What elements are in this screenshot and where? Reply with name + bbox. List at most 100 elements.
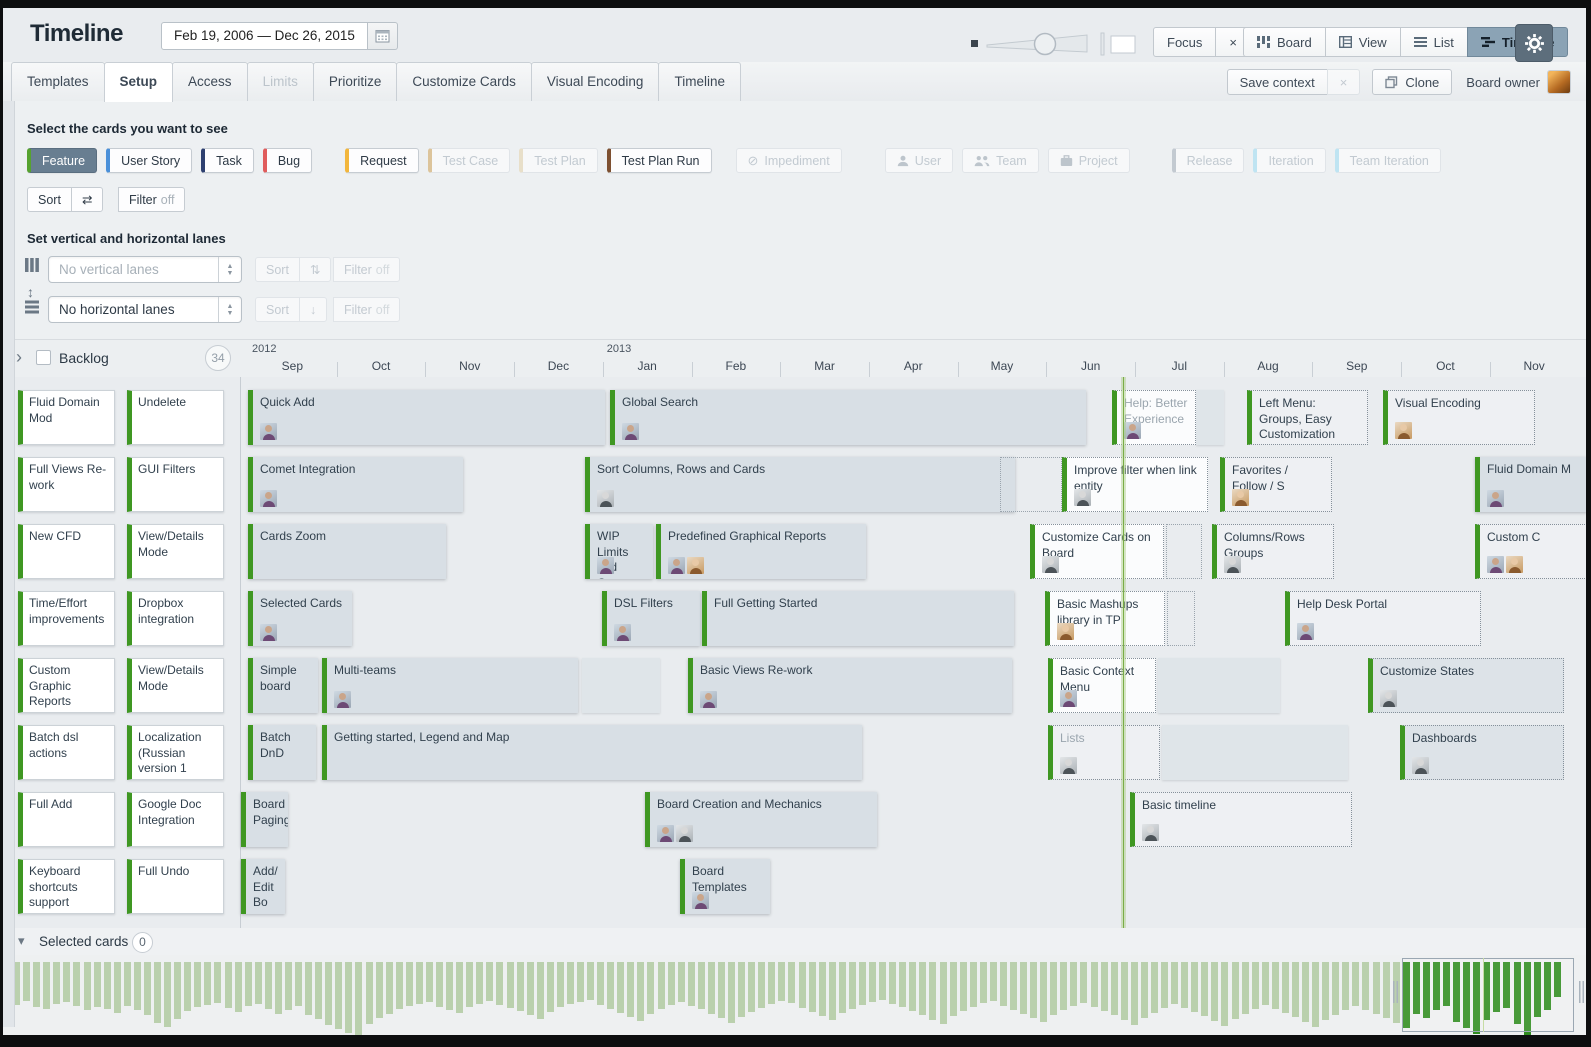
tab-prioritize[interactable]: Prioritize: [313, 62, 398, 101]
timeline-card[interactable]: Board Creation and Mechanics: [645, 792, 877, 847]
zoom-slider[interactable]: [965, 28, 1143, 65]
vertical-sort-button[interactable]: Sort: [255, 257, 300, 282]
sort-direction-icon[interactable]: ⇄: [71, 187, 103, 212]
timeline-card[interactable]: Quick Add: [248, 390, 605, 445]
focus-button[interactable]: Focus: [1153, 27, 1216, 57]
card-type-test-plan[interactable]: Test Plan: [519, 148, 597, 173]
backlog-checkbox[interactable]: [36, 350, 51, 365]
tab-templates[interactable]: Templates: [11, 62, 105, 101]
vertical-lanes-select[interactable]: No vertical lanes ▲▼: [48, 256, 242, 283]
card-type-impediment[interactable]: ⊘Impediment: [736, 148, 842, 173]
vertical-sort-direction-icon[interactable]: ⇅: [299, 257, 331, 282]
sort-button[interactable]: Sort: [27, 187, 72, 212]
backlog-card[interactable]: Localization (Russian version 1: [127, 725, 224, 780]
timeline-card[interactable]: Customize States: [1368, 658, 1564, 713]
timeline-card-segment[interactable]: [1167, 591, 1195, 646]
save-context-clear-button[interactable]: ×: [1327, 69, 1361, 95]
backlog-card[interactable]: View/Details Mode: [127, 524, 224, 579]
backlog-card[interactable]: Custom Graphic Reports: [18, 658, 115, 713]
date-range-field[interactable]: Feb 19, 2006 — Dec 26, 2015: [161, 22, 368, 50]
timeline-card-segment[interactable]: [1158, 658, 1280, 713]
backlog-card[interactable]: Google Doc Integration: [127, 792, 224, 847]
timeline-card[interactable]: Simple board: [248, 658, 318, 713]
backlog-card[interactable]: Undelete: [127, 390, 224, 445]
view-button-board[interactable]: Board: [1243, 27, 1326, 57]
timeline-card[interactable]: Custom C: [1475, 524, 1586, 579]
timeline-card-segment[interactable]: [1162, 725, 1348, 780]
minimap-viewport-right-handle[interactable]: [1579, 981, 1586, 1003]
card-type-task[interactable]: Task: [201, 148, 254, 173]
tab-access[interactable]: Access: [172, 62, 248, 101]
card-type-release[interactable]: Release: [1172, 148, 1245, 173]
tab-limits[interactable]: Limits: [247, 62, 314, 101]
timeline-card[interactable]: Fluid Domain M: [1475, 457, 1586, 512]
backlog-card[interactable]: New CFD: [18, 524, 115, 579]
timeline-card-segment[interactable]: [1000, 457, 1062, 512]
card-type-bug[interactable]: Bug: [263, 148, 312, 173]
timeline-card[interactable]: Columns/Rows Groups: [1212, 524, 1334, 579]
vertical-filter-button[interactable]: Filteroff: [333, 257, 400, 282]
minimap-viewport[interactable]: [1402, 958, 1574, 1032]
card-type-team-iteration[interactable]: Team Iteration: [1335, 148, 1441, 173]
card-type-request[interactable]: Request: [345, 148, 419, 173]
timeline-card[interactable]: Left Menu: Groups, Easy Customization: [1247, 390, 1368, 445]
tab-visual-encoding[interactable]: Visual Encoding: [531, 62, 660, 101]
backlog-expander-icon[interactable]: ›: [16, 347, 22, 368]
timeline-card-segment[interactable]: [582, 658, 660, 713]
minimap-viewport-left-handle[interactable]: [1393, 981, 1400, 1003]
timeline-card[interactable]: WIP Limits and Counts: [585, 524, 653, 579]
timeline-card[interactable]: Cards Zoom: [248, 524, 446, 579]
timeline-card[interactable]: Global Search: [610, 390, 1086, 445]
save-context-button[interactable]: Save context: [1227, 69, 1328, 95]
clone-button[interactable]: Clone: [1372, 69, 1452, 95]
backlog-card[interactable]: Batch dsl actions: [18, 725, 115, 780]
view-button-view[interactable]: View: [1325, 27, 1401, 57]
timeline-card[interactable]: Comet Integration: [248, 457, 463, 512]
card-type-team[interactable]: Team: [962, 148, 1039, 173]
calendar-button[interactable]: [368, 22, 398, 50]
timeline-card[interactable]: Improve filter when link entity: [1062, 457, 1208, 512]
backlog-card[interactable]: Fluid Domain Mod: [18, 390, 115, 445]
backlog-card[interactable]: Dropbox integration: [127, 591, 224, 646]
view-button-list[interactable]: List: [1400, 27, 1468, 57]
backlog-card[interactable]: Keyboard shortcuts support: [18, 859, 115, 914]
card-type-feature[interactable]: Feature: [27, 148, 97, 173]
backlog-card[interactable]: GUI Filters: [127, 457, 224, 512]
settings-gear-button[interactable]: [1515, 24, 1553, 62]
backlog-card[interactable]: Full Views Re-work: [18, 457, 115, 512]
timeline-card[interactable]: Getting started, Legend and Map: [322, 725, 862, 780]
timeline-card-segment[interactable]: [1166, 524, 1202, 579]
timeline-card[interactable]: Basic Mashups library in TP: [1045, 591, 1165, 646]
timeline-card[interactable]: Basic Views Re-work: [688, 658, 1012, 713]
backlog-card[interactable]: Full Undo: [127, 859, 224, 914]
selected-cards-chevron-icon[interactable]: ▾: [18, 933, 25, 949]
timeline-card[interactable]: Add/ Edit Bo: [241, 859, 285, 914]
timeline-card[interactable]: Dashboards: [1400, 725, 1564, 780]
board-owner-avatar[interactable]: [1548, 71, 1570, 93]
timeline-card[interactable]: Help Desk Portal: [1285, 591, 1481, 646]
timeline-card[interactable]: Basic timeline: [1130, 792, 1352, 847]
timeline-card[interactable]: DSL Filters: [602, 591, 700, 646]
timeline-card[interactable]: Favorites / Follow / S: [1220, 457, 1332, 512]
card-type-test-case[interactable]: Test Case: [428, 148, 511, 173]
timeline-card[interactable]: Board Paging: [241, 792, 288, 847]
tab-setup[interactable]: Setup: [104, 62, 174, 102]
timeline-card[interactable]: Visual Encoding: [1383, 390, 1535, 445]
card-type-user-story[interactable]: User Story: [106, 148, 192, 173]
timeline-card[interactable]: Board Templates: [680, 859, 770, 914]
tab-customize-cards[interactable]: Customize Cards: [396, 62, 532, 101]
timeline-card-segment[interactable]: [1196, 390, 1224, 445]
swap-lanes-icon[interactable]: ↕: [27, 284, 34, 300]
timeline-card[interactable]: Predefined Graphical Reports: [656, 524, 866, 579]
timeline-card[interactable]: Multi-teams: [322, 658, 578, 713]
backlog-card[interactable]: View/Details Mode: [127, 658, 224, 713]
timeline-card[interactable]: Basic Context Menu: [1048, 658, 1156, 713]
timeline-card[interactable]: Sort Columns, Rows and Cards: [585, 457, 1015, 512]
backlog-card[interactable]: Time/Effort improvements: [18, 591, 115, 646]
backlog-card[interactable]: Full Add: [18, 792, 115, 847]
filter-button[interactable]: Filteroff: [118, 187, 185, 212]
timeline-card[interactable]: Batch DnD: [248, 725, 316, 780]
horizontal-lanes-select[interactable]: No horizontal lanes ▲▼: [48, 296, 242, 323]
timeline-card[interactable]: Full Getting Started: [702, 591, 1014, 646]
card-type-iteration[interactable]: Iteration: [1253, 148, 1325, 173]
